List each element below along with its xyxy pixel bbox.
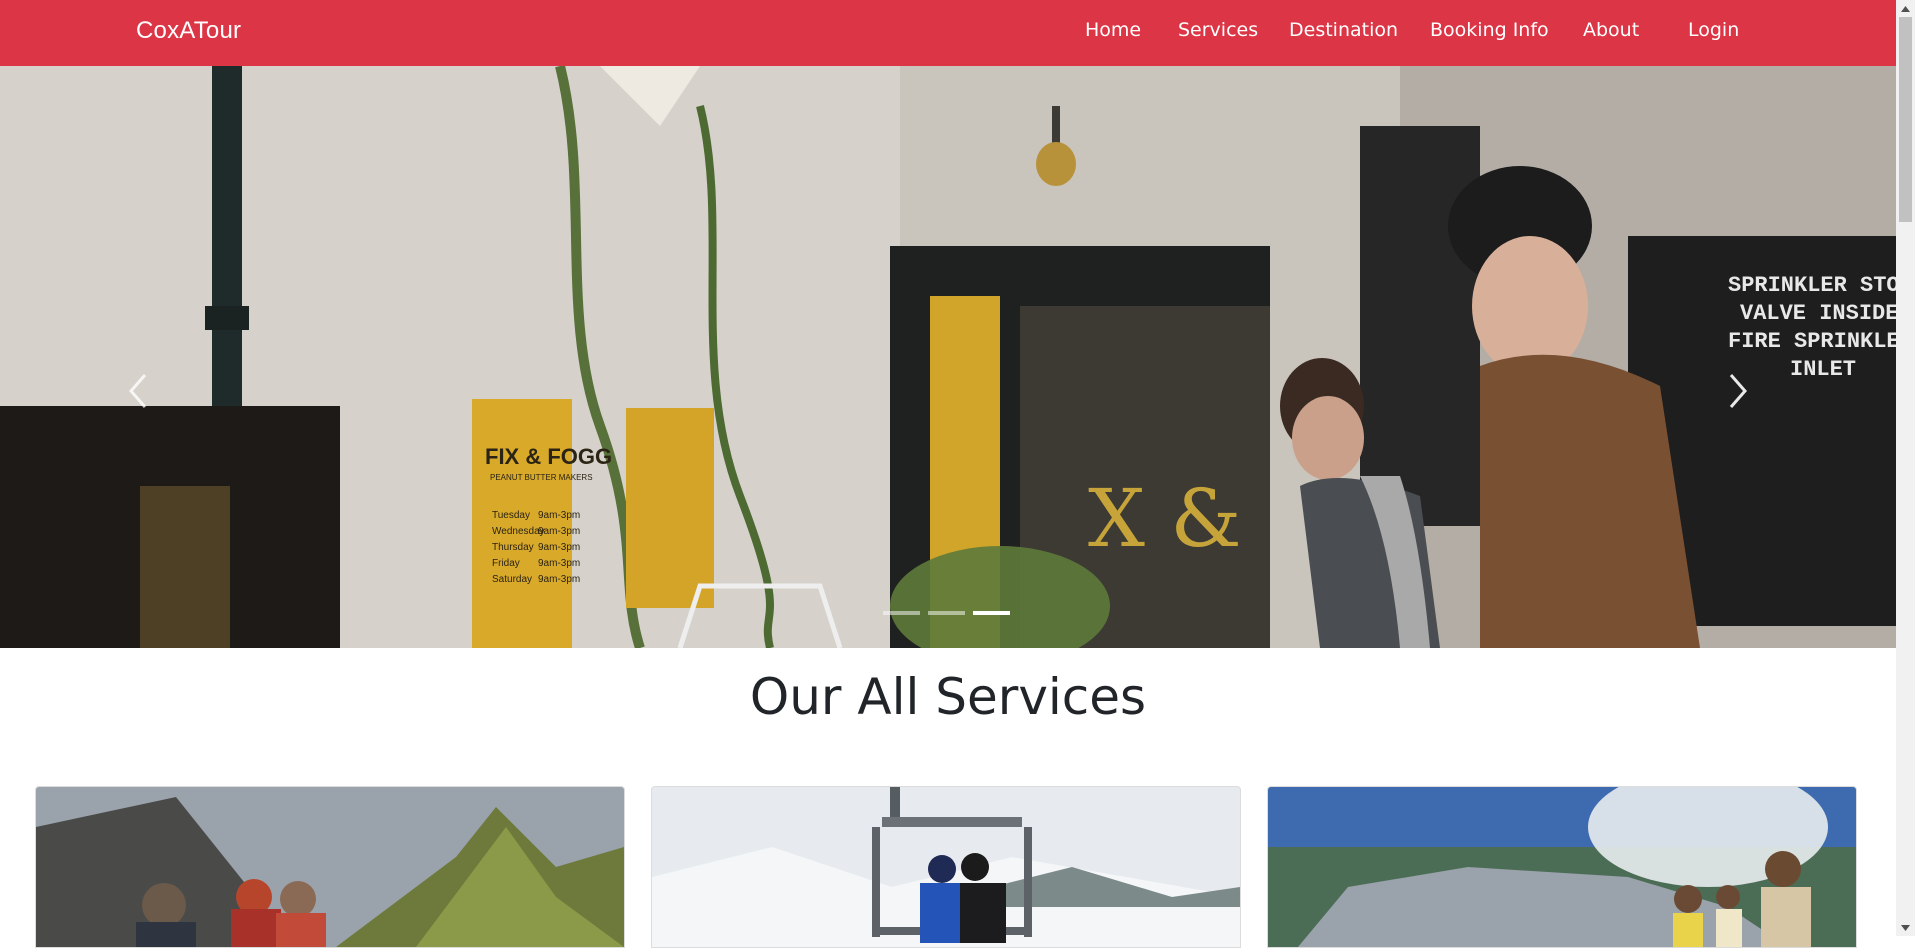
scroll-up-button[interactable] bbox=[1896, 0, 1915, 17]
service-card-image bbox=[36, 787, 624, 947]
caret-down-icon bbox=[1901, 924, 1910, 931]
sign-day: Wednesday bbox=[492, 526, 545, 537]
nav-services[interactable]: Services bbox=[1178, 19, 1258, 41]
top-navbar: CoxATour Home Services Destination Booki… bbox=[0, 0, 1896, 66]
hero-slide-image: FIX & FOGG PEANUT BUTTER MAKERS Tuesday … bbox=[0, 66, 1896, 648]
brand-logo[interactable]: CoxATour bbox=[136, 17, 241, 45]
carousel-next-button[interactable] bbox=[1718, 366, 1758, 416]
scroll-down-button[interactable] bbox=[1896, 919, 1915, 936]
notice-line: FIRE SPRINKLE bbox=[1728, 329, 1896, 354]
service-card-image bbox=[1268, 787, 1856, 947]
service-card-image bbox=[652, 787, 1240, 947]
carousel-prev-button[interactable] bbox=[118, 366, 158, 416]
scrollbar-thumb[interactable] bbox=[1899, 17, 1912, 222]
door-letters: X & bbox=[1088, 472, 1242, 565]
nav-destination[interactable]: Destination bbox=[1289, 19, 1398, 41]
services-heading: Our All Services bbox=[749, 668, 1147, 726]
sign-subtitle: PEANUT BUTTER MAKERS bbox=[490, 473, 593, 482]
service-card-2[interactable] bbox=[651, 786, 1241, 948]
nav-home[interactable]: Home bbox=[1085, 19, 1141, 41]
notice-line: VALVE INSIDE bbox=[1740, 301, 1896, 326]
notice-line: SPRINKLER STO bbox=[1728, 273, 1896, 298]
sign-day: Thursday bbox=[492, 542, 534, 553]
sign-hours: 9am-3pm bbox=[538, 510, 580, 521]
service-card-1[interactable] bbox=[35, 786, 625, 948]
carousel-indicator-3[interactable] bbox=[973, 611, 1010, 615]
carousel-indicators bbox=[883, 611, 1010, 615]
carousel-indicator-1[interactable] bbox=[883, 611, 920, 615]
sign-day: Tuesday bbox=[492, 510, 530, 521]
nav-booking-info[interactable]: Booking Info bbox=[1430, 19, 1549, 41]
sign-hours: 9am-3pm bbox=[538, 574, 580, 585]
chevron-right-icon bbox=[1729, 374, 1747, 408]
service-card-3[interactable] bbox=[1267, 786, 1857, 948]
sign-day: Friday bbox=[492, 558, 520, 569]
sign-day: Saturday bbox=[492, 574, 532, 585]
hero-carousel: FIX & FOGG PEANUT BUTTER MAKERS Tuesday … bbox=[0, 66, 1896, 648]
carousel-indicator-2[interactable] bbox=[928, 611, 965, 615]
page-scrollbar[interactable] bbox=[1896, 0, 1915, 936]
sign-hours: 9am-3pm bbox=[538, 558, 580, 569]
notice-line: INLET bbox=[1790, 357, 1856, 382]
nav-about[interactable]: About bbox=[1583, 19, 1639, 41]
caret-up-icon bbox=[1901, 5, 1910, 12]
sign-title: FIX & FOGG bbox=[485, 444, 612, 469]
chevron-left-icon bbox=[129, 374, 147, 408]
nav-login[interactable]: Login bbox=[1688, 19, 1739, 41]
sign-hours: 9am-3pm bbox=[538, 526, 580, 537]
sign-hours: 9am-3pm bbox=[538, 542, 580, 553]
